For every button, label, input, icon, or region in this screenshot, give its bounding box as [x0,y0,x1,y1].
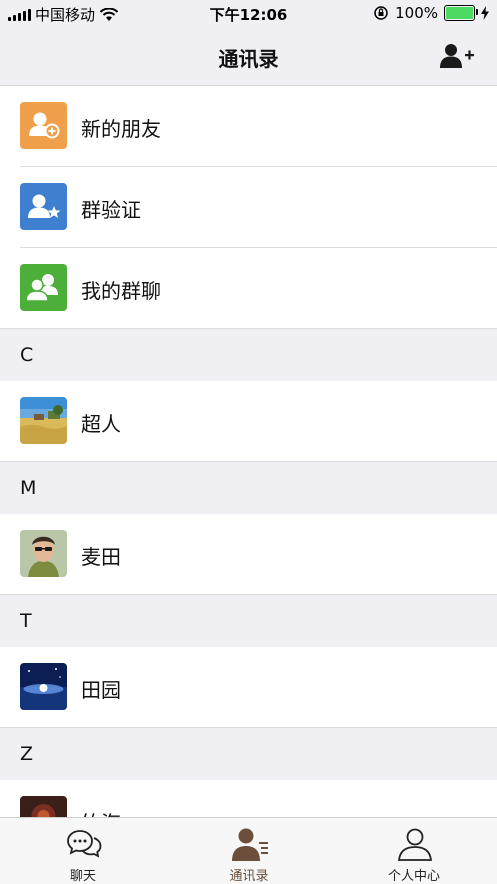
tab-contacts[interactable]: 通讯录 [166,818,332,884]
group-chat-icon [20,264,67,311]
add-contact-icon [440,44,474,68]
section-letter: M [20,477,37,499]
section-header-c: C [0,329,497,381]
tab-label: 聊天 [69,869,96,884]
contact-row[interactable]: 超人 [0,381,497,462]
quick-item-label: 群验证 [81,198,141,222]
contact-list[interactable]: 新的朋友 群验证 我的群聊 C 超人 M 麦田 T 田园 Z [0,86,497,817]
chat-icon [67,830,102,858]
section-letter: Z [20,743,34,765]
quick-item-label: 新的朋友 [81,117,161,141]
contact-row[interactable]: 麦田 [0,514,497,595]
avatar [20,397,67,444]
status-right: 100% [373,4,489,22]
section-header-t: T [0,595,497,647]
quick-item-group-chat[interactable]: 我的群聊 [0,248,497,329]
contact-row[interactable]: 田园 [0,647,497,728]
nav-bar: 通讯录 [0,28,497,86]
quick-item-label: 我的群聊 [81,279,161,303]
quick-item-group-verify[interactable]: 群验证 [0,167,497,248]
quick-item-new-friend[interactable]: 新的朋友 [0,86,497,167]
group-verify-icon [20,183,67,230]
new-friend-icon [20,102,67,149]
battery-fill [446,7,473,19]
avatar [20,796,67,817]
contact-name: 竹海 [81,807,121,817]
avatar [20,530,67,577]
page-title: 通讯录 [218,47,279,71]
section-header-z: Z [0,728,497,780]
contact-name: 麦田 [81,545,121,569]
charging-icon [481,6,489,20]
contact-name: 超人 [81,412,121,436]
tab-label: 个人中心 [387,869,440,884]
status-bar: 中国移动 下午12:06 100% [0,0,497,28]
tab-profile[interactable]: 个人中心 [331,818,497,884]
contacts-icon [232,828,268,861]
contact-row[interactable]: 竹海 [0,780,497,817]
battery-icon [444,5,478,21]
section-letter: T [20,610,32,632]
avatar [20,663,67,710]
add-contact-button[interactable] [439,42,475,70]
rotation-lock-icon [374,6,388,20]
section-letter: C [20,344,34,366]
profile-icon [397,828,433,861]
tab-bar: 聊天 通讯录 个人中心 [0,817,497,884]
contact-name: 田园 [81,678,121,702]
tab-label: 通讯录 [229,869,269,884]
section-header-m: M [0,462,497,514]
tab-chat[interactable]: 聊天 [0,818,166,884]
battery-percent: 100% [395,4,438,22]
